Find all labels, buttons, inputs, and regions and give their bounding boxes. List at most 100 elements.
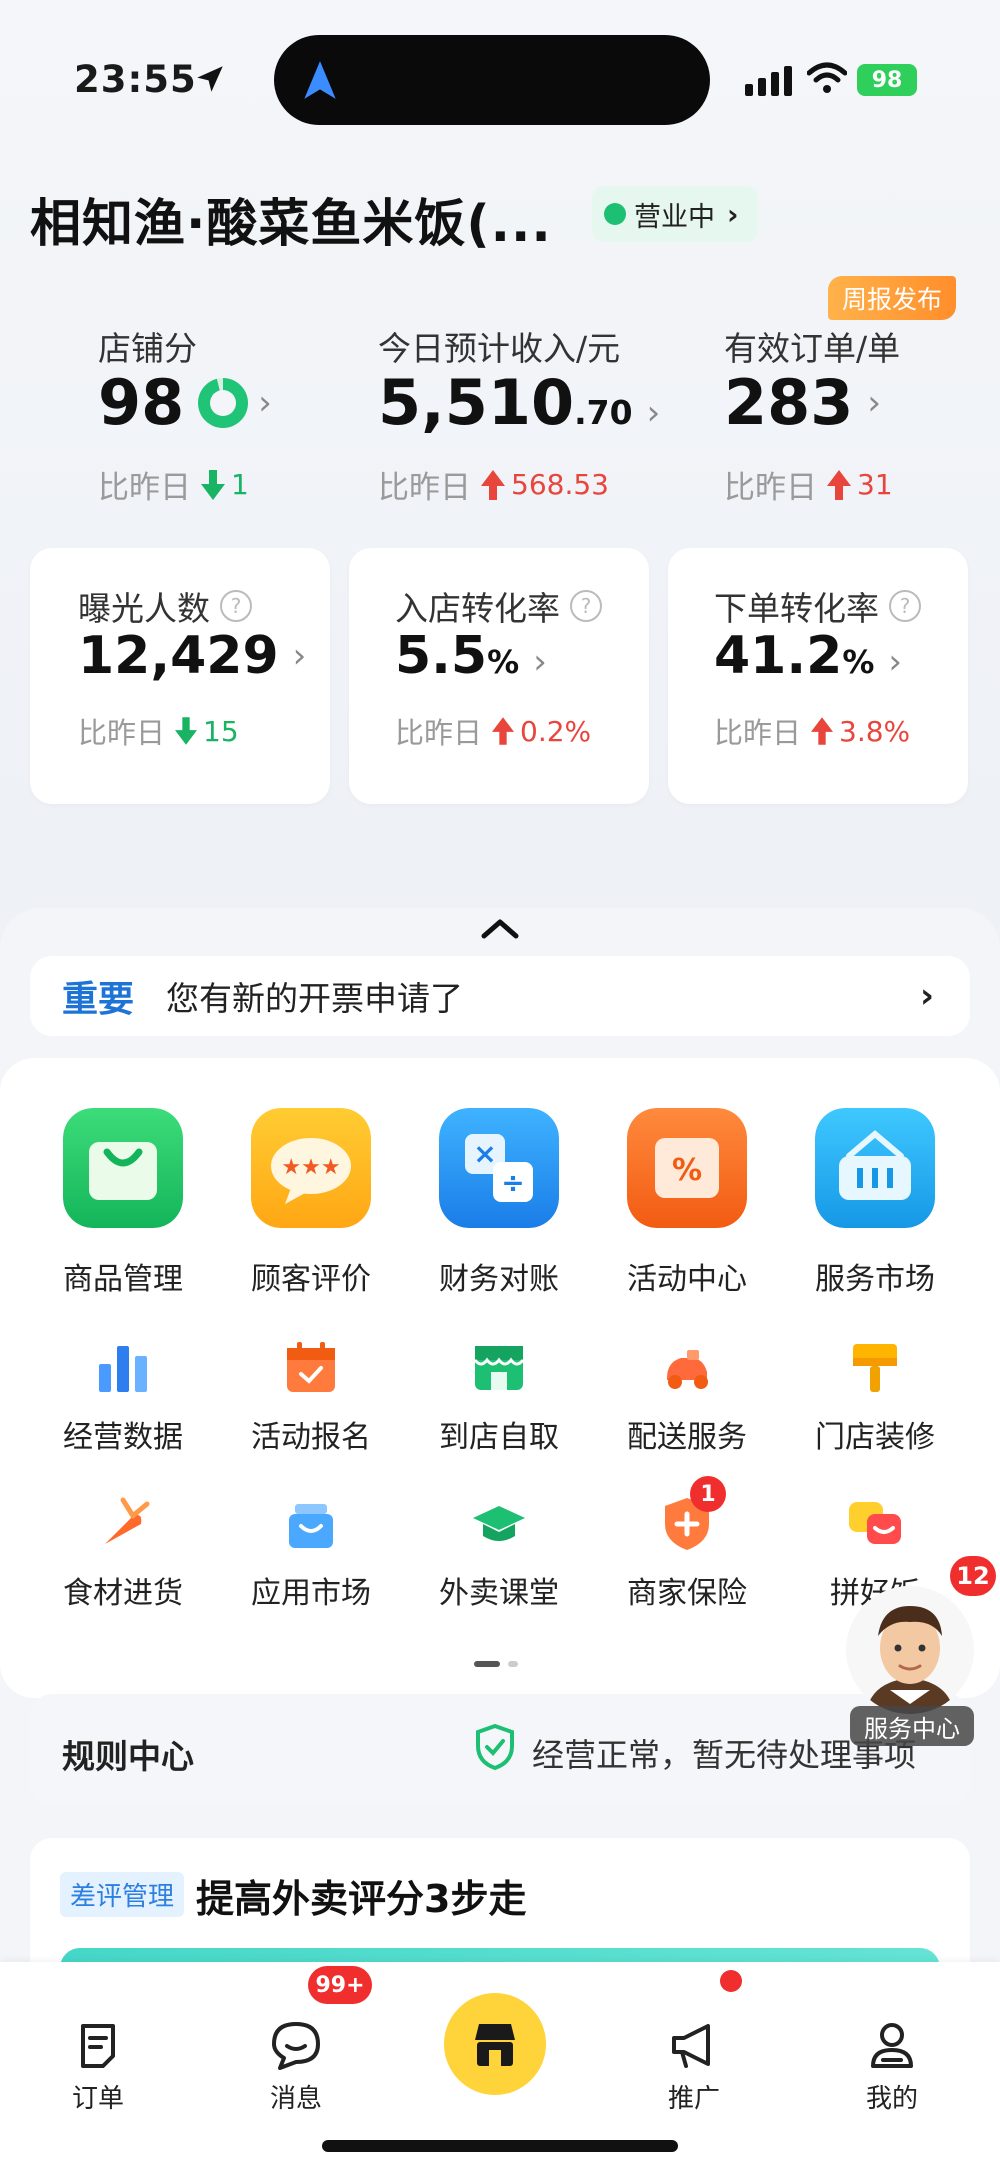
metric-label: 下单转化率? [714,582,921,630]
signal-icon [745,66,792,96]
svg-text:×: × [473,1137,496,1170]
app-label: 经营数据 [63,1420,183,1455]
metric-card-order-conversion[interactable]: 下单转化率? 41.2 % › 比昨日 3.8% [668,548,968,804]
tab-messages[interactable]: 消息 [236,2020,356,2115]
app-label: 到店自取 [439,1420,559,1455]
tab-orders[interactable]: 订单 [38,2020,158,2115]
tab-promote[interactable]: 推广 [634,2020,754,2115]
rules-title: 规则中心 [62,1737,194,1776]
collapse-caret-icon[interactable] [480,916,520,940]
message-bubble-icon [272,2022,320,2070]
compare-label: 比昨日 [98,470,191,506]
paint-brush-icon [853,1344,897,1392]
app-finance[interactable]: × ÷ [439,1108,559,1232]
calendar-icon [287,1342,335,1392]
kpi-income[interactable]: 5,510 .70 › [378,366,660,439]
svg-text:÷: ÷ [501,1166,524,1199]
app-label: 顾客评价 [251,1262,371,1297]
chevron-right-icon: › [867,382,882,423]
kpi-store-score[interactable]: 98 › [98,366,272,439]
app-takeaway-class[interactable] [469,1494,529,1558]
metric-compare: 比昨日 15 [78,710,239,752]
chevron-right-icon: › [727,197,739,231]
app-business-data[interactable] [93,1338,153,1402]
center-store-button[interactable] [444,1993,546,2095]
bar-chart-icon [99,1346,147,1392]
app-customer-reviews[interactable]: ★★★ [251,1108,371,1232]
app-label: 配送服务 [627,1420,747,1455]
kpi-income-compare: 比昨日 568.53 [378,462,609,507]
kpi-store-score-value: 98 [98,366,185,439]
chevron-right-icon: › [292,636,307,676]
compare-label: 比昨日 [395,716,483,750]
compare-delta: 1 [231,468,249,501]
metric-value-row: 12,429 › [78,626,306,686]
important-notice[interactable]: 重要 您有新的开票申请了 › [30,956,970,1036]
service-center-label[interactable]: 服务中心 [850,1706,974,1746]
metric-label: 曝光人数? [78,582,252,630]
app-group-meal[interactable] [845,1494,905,1558]
app-ingredient-purchase[interactable] [93,1494,153,1558]
app-application-market[interactable] [281,1494,341,1558]
kpi-store-score-label: 店铺分 [98,329,197,368]
chevron-right-icon: › [533,642,547,682]
service-center-avatar[interactable] [846,1586,974,1714]
chevron-right-icon: › [919,976,934,1016]
app-activity-center[interactable]: % [627,1108,747,1232]
help-icon[interactable]: ? [889,590,921,622]
location-arrow-icon [197,66,223,92]
weekly-report-badge[interactable]: 周报发布 [828,276,956,320]
page-dot-active [474,1661,500,1667]
compare-label: 比昨日 [378,470,471,506]
app-label: 财务对账 [439,1262,559,1297]
chat-bubbles-icon [849,1502,901,1544]
app-store-pickup[interactable] [469,1338,529,1402]
app-label: 商品管理 [63,1262,183,1297]
app-store-decoration[interactable] [845,1338,905,1402]
tip-tag: 差评管理 [60,1872,185,1917]
app-service-market[interactable] [815,1108,935,1232]
app-product-management[interactable] [63,1108,183,1232]
kpi-store-score-compare: 比昨日 1 [98,462,249,507]
kpi-orders-value: 283 [724,366,854,439]
status-dot-icon [604,203,626,225]
arrow-up-icon [481,469,505,500]
business-status-button[interactable]: 营业中 › [592,186,758,242]
help-icon[interactable]: ? [570,590,602,622]
metric-value: 41.2 [714,626,843,686]
shield-check-icon [476,1724,514,1770]
store-name[interactable]: 相知渔·酸菜鱼米饭(... [30,182,552,256]
compare-delta: 31 [857,468,893,501]
notice-tag: 重要 [62,979,135,1020]
metric-label-text: 入店转化率 [395,589,560,628]
metric-unit: % [842,643,875,681]
app-activity-signup[interactable] [281,1338,341,1402]
rules-center[interactable]: 规则中心 经营正常，暂无待处理事项 [30,1694,970,1806]
coupon-icon: % [627,1108,747,1228]
review-bubble-icon: ★★★ [251,1108,371,1228]
app-delivery-service[interactable] [657,1338,717,1402]
app-label: 门店装修 [815,1420,935,1455]
app-label: 外卖课堂 [439,1576,559,1611]
store-icon [475,2024,515,2066]
metric-value: 12,429 [78,626,279,686]
app-label: 服务市场 [815,1262,935,1297]
app-label: 活动中心 [627,1262,747,1297]
arrow-down-icon [175,717,198,745]
box-icon [289,1504,333,1548]
kpi-orders[interactable]: 283 › [724,366,881,439]
metric-card-visit-conversion[interactable]: 入店转化率? 5.5 % › 比昨日 0.2% [349,548,649,804]
metric-card-exposure[interactable]: 曝光人数? 12,429 › 比昨日 15 [30,548,330,804]
chevron-right-icon: › [646,393,661,433]
chevron-right-icon: › [888,642,902,682]
kpi-income-value: 5,510 [378,366,575,439]
metric-compare: 比昨日 3.8% [714,710,910,752]
kpi-orders-compare: 比昨日 31 [724,462,893,507]
svg-text:★★★: ★★★ [281,1155,340,1180]
status-time: 23:55 [74,58,197,101]
app-label: 商家保险 [627,1576,747,1611]
tab-mine[interactable]: 我的 [832,2020,952,2115]
storefront-icon [473,1346,525,1390]
help-icon[interactable]: ? [220,590,252,622]
carrot-icon [105,1497,150,1544]
